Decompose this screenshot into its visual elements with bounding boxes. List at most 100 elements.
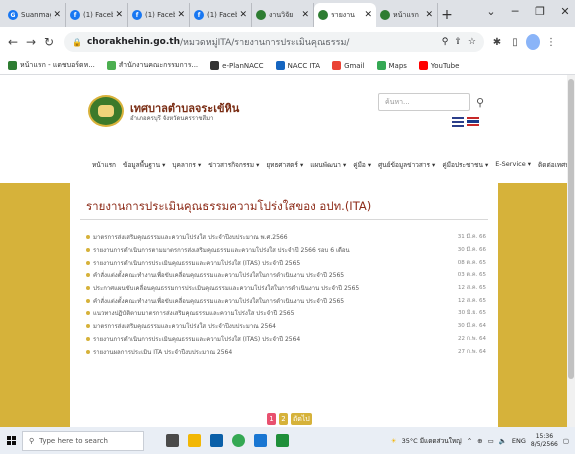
browser-tab[interactable]: หน้าแรก ✕ <box>376 3 438 27</box>
language-indicator[interactable]: ENG <box>512 437 526 445</box>
browser-tab[interactable]: งานวิจัย ✕ <box>252 3 314 27</box>
browser-tab[interactable]: f (1) Faceb ✕ <box>128 3 190 27</box>
pagination-button[interactable]: ถัดไป <box>291 413 312 425</box>
new-tab-button[interactable]: + <box>438 3 456 27</box>
list-item-link[interactable]: มาตรการส่งเสริมคุณธรรมและความโปร่งใส ประ… <box>93 232 450 242</box>
share-icon[interactable]: ⇪ <box>454 37 462 47</box>
list-item-link[interactable]: รายงานการดำเนินการประเมินคุณธรรมและความโ… <box>93 334 450 344</box>
url-path: /หมวดหมู่ITA/รายงานการประเมินคุณธรรม/ <box>179 38 350 48</box>
menu-hamburger-icon[interactable] <box>452 117 464 127</box>
page-scrollbar[interactable] <box>567 75 575 427</box>
store-icon[interactable] <box>210 434 223 447</box>
zoom-icon[interactable]: ⚲ <box>442 37 449 47</box>
tab-close-icon[interactable]: ✕ <box>364 10 372 20</box>
bookmark-item[interactable]: NACC ITA <box>275 61 320 70</box>
mail-icon[interactable] <box>254 434 267 447</box>
nav-item[interactable]: บุคลากร ▾ <box>172 160 201 170</box>
list-item[interactable]: มาตรการส่งเสริมคุณธรรมและความโปร่งใส ประ… <box>86 231 486 244</box>
close-window-button[interactable]: ✕ <box>550 0 575 22</box>
back-arrow-icon[interactable]: ← <box>4 32 22 52</box>
browser-tab[interactable]: G Suanmag ✕ <box>4 3 66 27</box>
list-item[interactable]: รายงานผลการประเมิน ITA ประจำปีงบประมาณ 2… <box>86 345 486 358</box>
nav-item[interactable]: คู่มือ ▾ <box>353 160 371 170</box>
bullet-icon <box>86 273 90 278</box>
network-icon[interactable]: ⊕ <box>477 437 482 445</box>
chrome-icon[interactable] <box>232 434 245 447</box>
tab-close-icon[interactable]: ✕ <box>177 10 185 20</box>
lock-icon[interactable]: 🔒 <box>72 38 82 47</box>
menu-kebab-icon[interactable]: ⋮ <box>544 34 558 50</box>
nav-item[interactable]: ติดต่อเทศบาล <box>538 160 567 170</box>
nav-item[interactable]: ข่าวสารกิจกรรม ▾ <box>208 160 259 170</box>
line-app-icon[interactable] <box>276 434 289 447</box>
list-item[interactable]: มาตรการส่งเสริมคุณธรรมและความโปร่งใส ประ… <box>86 320 486 333</box>
list-item-link[interactable]: รายงานการดำเนินการตามมาตรการส่งเสริมคุณธ… <box>93 245 450 255</box>
list-item[interactable]: คำสั่งแต่งตั้งคณะทำงานเพื่อขับเคลื่อนคุณ… <box>86 294 486 307</box>
english-flag-icon[interactable] <box>467 117 479 126</box>
list-item[interactable]: รายงานการดำเนินการประเมินคุณธรรมและความโ… <box>86 333 486 346</box>
browser-tab[interactable]: f (1) Faceb ✕ <box>66 3 128 27</box>
pagination-button[interactable]: 2 <box>279 413 288 425</box>
list-item-link[interactable]: คำสั่งแต่งตั้งคณะทำงานเพื่อขับเคลื่อนคุณ… <box>93 296 450 306</box>
bookmark-item[interactable]: Maps <box>376 61 407 70</box>
weather-icon[interactable]: ☀ <box>391 437 397 445</box>
list-item[interactable]: รายงานการดำเนินการตามมาตรการส่งเสริมคุณธ… <box>86 244 486 257</box>
list-item[interactable]: รายงานการดำเนินการประเมินคุณธรรมและความโ… <box>86 256 486 269</box>
tab-title: Suanmag <box>21 11 52 19</box>
extensions-icon[interactable]: ✱ <box>490 34 504 50</box>
nav-item[interactable]: ศูนย์ข้อมูลข่าวสาร ▾ <box>378 160 435 170</box>
profile-icon[interactable] <box>526 34 540 50</box>
browser-tab[interactable]: รายงาน ✕ <box>314 3 376 27</box>
weather-text[interactable]: 35°C มีแดดส่วนใหญ่ <box>402 436 462 446</box>
bookmark-item[interactable]: YouTube <box>418 61 459 70</box>
tab-close-icon[interactable]: ✕ <box>239 10 247 20</box>
sidebar-icon[interactable]: ▯ <box>508 34 522 50</box>
clock[interactable]: 15:36 8/5/2566 <box>531 433 558 449</box>
bookmark-item[interactable]: หน้าแรก - แดชบอร์ดห... <box>8 60 95 71</box>
task-view-icon[interactable] <box>166 434 179 447</box>
nav-item[interactable]: ยุทธศาสตร์ ▾ <box>266 160 303 170</box>
bookmark-item[interactable]: สำนักงานคณะกรรมการ... <box>106 60 198 71</box>
reload-icon[interactable]: ↻ <box>40 32 58 52</box>
site-search-input[interactable]: ค้นหา... <box>378 93 470 111</box>
bookmark-item[interactable]: e-PlanNACC <box>210 61 264 70</box>
notification-icon[interactable]: ▢ <box>563 437 569 445</box>
list-item-link[interactable]: รายงานผลการประเมิน ITA ประจำปีงบประมาณ 2… <box>93 347 450 357</box>
browser-tab[interactable]: f (1) Faceb ✕ <box>190 3 252 27</box>
nav-item[interactable]: ข้อมูลพื้นฐาน ▾ <box>123 160 165 170</box>
nav-item[interactable]: คู่มือประชาชน ▾ <box>442 160 488 170</box>
tab-close-icon[interactable]: ✕ <box>53 10 61 20</box>
file-explorer-icon[interactable] <box>188 434 201 447</box>
list-item[interactable]: คำสั่งแต่งตั้งคณะทำงานเพื่อขับเคลื่อนคุณ… <box>86 269 486 282</box>
tab-close-icon[interactable]: ✕ <box>115 10 123 20</box>
list-item-date: 22 ก.พ. 64 <box>458 335 486 342</box>
forward-arrow-icon[interactable]: → <box>22 32 40 52</box>
list-item-link[interactable]: มาตรการส่งเสริมคุณธรรมและความโปร่งใส ประ… <box>93 321 450 331</box>
list-item-link[interactable]: ประกาศแผนขับเคลื่อนคุณธรรมการประเมินคุณธ… <box>93 283 450 293</box>
list-item-link[interactable]: แนวทางปฏิบัติตามมาตรการส่งเสริมคุณธรรมแล… <box>93 308 450 318</box>
list-item[interactable]: ประกาศแผนขับเคลื่อนคุณธรรมการประเมินคุณธ… <box>86 282 486 295</box>
pagination-button[interactable]: 1 <box>267 413 276 425</box>
scrollbar-thumb[interactable] <box>568 79 574 379</box>
battery-icon[interactable]: ▭ <box>488 437 494 445</box>
list-item-date: 30 มี.ค. 66 <box>457 247 486 254</box>
taskbar-search-input[interactable]: ⚲ Type here to search <box>22 430 144 451</box>
bookmark-item[interactable]: Gmail <box>332 61 365 70</box>
list-item[interactable]: แนวทางปฏิบัติตามมาตรการส่งเสริมคุณธรรมแล… <box>86 307 486 320</box>
site-logo[interactable] <box>88 95 124 127</box>
list-item-link[interactable]: คำสั่งแต่งตั้งคณะทำงานเพื่อขับเคลื่อนคุณ… <box>93 270 450 280</box>
list-item-link[interactable]: รายงานการดำเนินการประเมินคุณธรรมและความโ… <box>93 258 450 268</box>
bookmark-label: e-PlanNACC <box>222 61 264 70</box>
search-icon[interactable]: ⚲ <box>472 93 488 111</box>
nav-item[interactable]: แผนพัฒนา ▾ <box>310 160 346 170</box>
tab-close-icon[interactable]: ✕ <box>425 10 433 20</box>
address-bar[interactable]: 🔒 chorakhehin.go.th /หมวดหมู่ITA/รายงานก… <box>64 32 484 52</box>
bookmark-star-icon[interactable]: ☆ <box>468 37 476 47</box>
tab-close-icon[interactable]: ✕ <box>301 10 309 20</box>
windows-start-icon[interactable] <box>0 436 22 445</box>
nav-item[interactable]: หน้าแรก <box>92 160 116 170</box>
nav-item[interactable]: E-Service ▾ <box>495 160 531 170</box>
taskbar-apps <box>166 434 289 447</box>
tray-chevron-icon[interactable]: ⌃ <box>467 437 472 445</box>
volume-icon[interactable]: 🔈 <box>499 437 507 445</box>
